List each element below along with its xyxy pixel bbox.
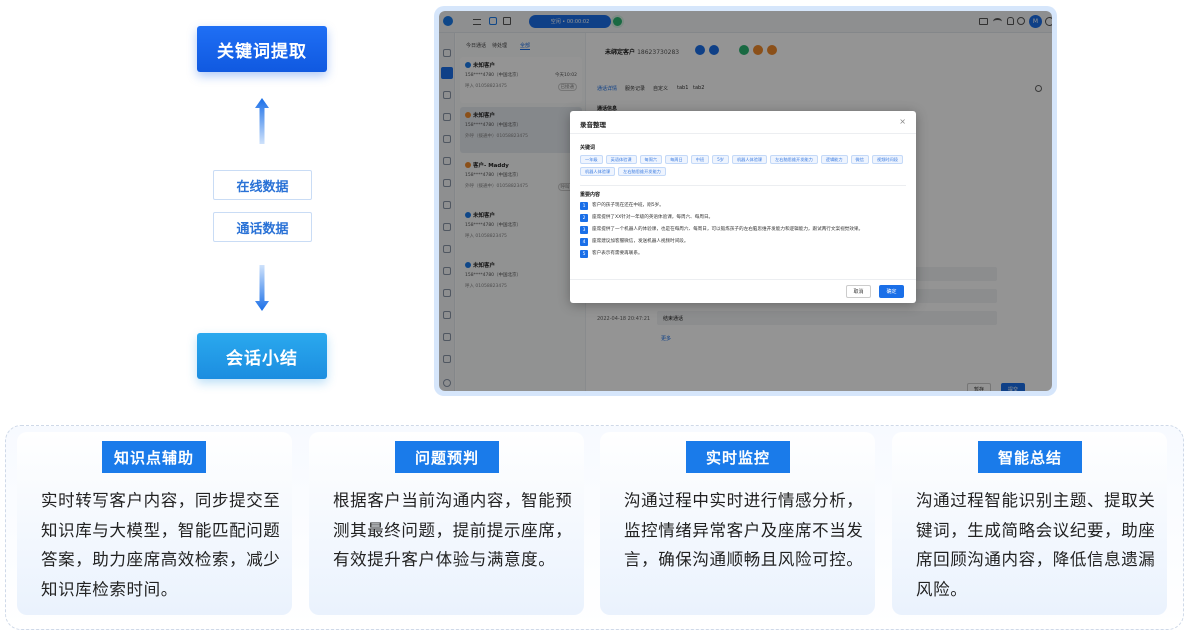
confirm-button[interactable]: 确定 [879,285,904,298]
feature-text: 根据客户当前沟通内容，智能预 测其最终问题，提前提示座席， 有效提升客户体验与满意度… [333,491,573,569]
feature-text: 实时转写客户内容，同步提交至 知识库与大模型，智能匹配问题 答案，助力座席高效检索，… [41,491,281,599]
app-screenshot: 空闲 • 00:00:02 M 今日通话 待处理 全部 未知客户 158****… [434,6,1057,396]
keyword-tag: 每周六 [639,155,663,164]
call-data-box: 通话数据 [213,212,312,242]
list-item: 5 客户表示有需要再联系。 [580,250,906,258]
keyword-tag: 中班 [690,155,710,164]
keyword-tag: 逻辑能力 [820,155,848,164]
list-item: 1 客户的孩子现在还在中班，刚5岁。 [580,202,906,210]
feature-text: 沟通过程中实时进行情感分析， 监控情绪异常客户及座席不当发 言，确保沟通顺畅且风险可… [624,491,864,569]
list-item: 4 座席建议加客服微信，发送机器人视频时间段。 [580,238,906,246]
feature-title: 知识点辅助 [102,441,206,473]
keyword-tag: 5岁 [712,155,729,164]
keyword-extract-label: 关键词提取 [197,26,327,72]
dialog-title: 录音整理 [580,121,606,129]
keyword-tag: 机器人体验课 [580,167,616,176]
close-icon[interactable]: × [899,117,906,126]
keywords-label: 关键词 [580,145,596,151]
keyword-tag: 一年级 [580,155,603,164]
session-summary-label: 会话小结 [197,333,327,379]
keyword-tag: 机器人体验课 [731,155,768,164]
feature-title: 智能总结 [978,441,1082,473]
list-item: 3 座席提供了一个机器人的体验课，也是在每周六、每周日，可以锻炼孩子的左右脑思维开… [580,226,906,234]
keyword-tag: 视频时间段 [871,155,903,164]
keyword-tag: 左右脑思维开发能力 [618,167,666,176]
feature-title: 实时监控 [686,441,790,473]
feature-text: 沟通过程智能识别主题、提取关 键词，生成简略会议纪要，助座 席回顾沟通内容，降低信息… [916,491,1156,599]
cancel-button[interactable]: 取消 [846,285,871,298]
feature-title: 问题预判 [395,441,499,473]
keyword-tag: 英语体验课 [605,155,637,164]
online-data-box: 在线数据 [213,170,312,200]
recording-summary-dialog: 录音整理 × 关键词 一年级 英语体验课 每周六 每周日 中班 5岁 机器人体验… [570,111,916,303]
list-item: 2 座席提供了XX针对一年级的英语体验课，每周六、每周日。 [580,214,906,222]
keyword-tag: 微信 [850,155,869,164]
content-list: 1 客户的孩子现在还在中班，刚5岁。 2 座席提供了XX针对一年级的英语体验课，每周… [580,202,906,262]
keyword-tag: 每周日 [665,155,688,164]
keyword-tag: 左右脑思维开发能力 [770,155,818,164]
arrow-up-icon [255,98,269,144]
arrow-down-icon [255,265,269,311]
content-label: 重要内容 [580,192,601,198]
keyword-tags: 一年级 英语体验课 每周六 每周日 中班 5岁 机器人体验课 左右脑思维开发能力… [580,155,906,176]
